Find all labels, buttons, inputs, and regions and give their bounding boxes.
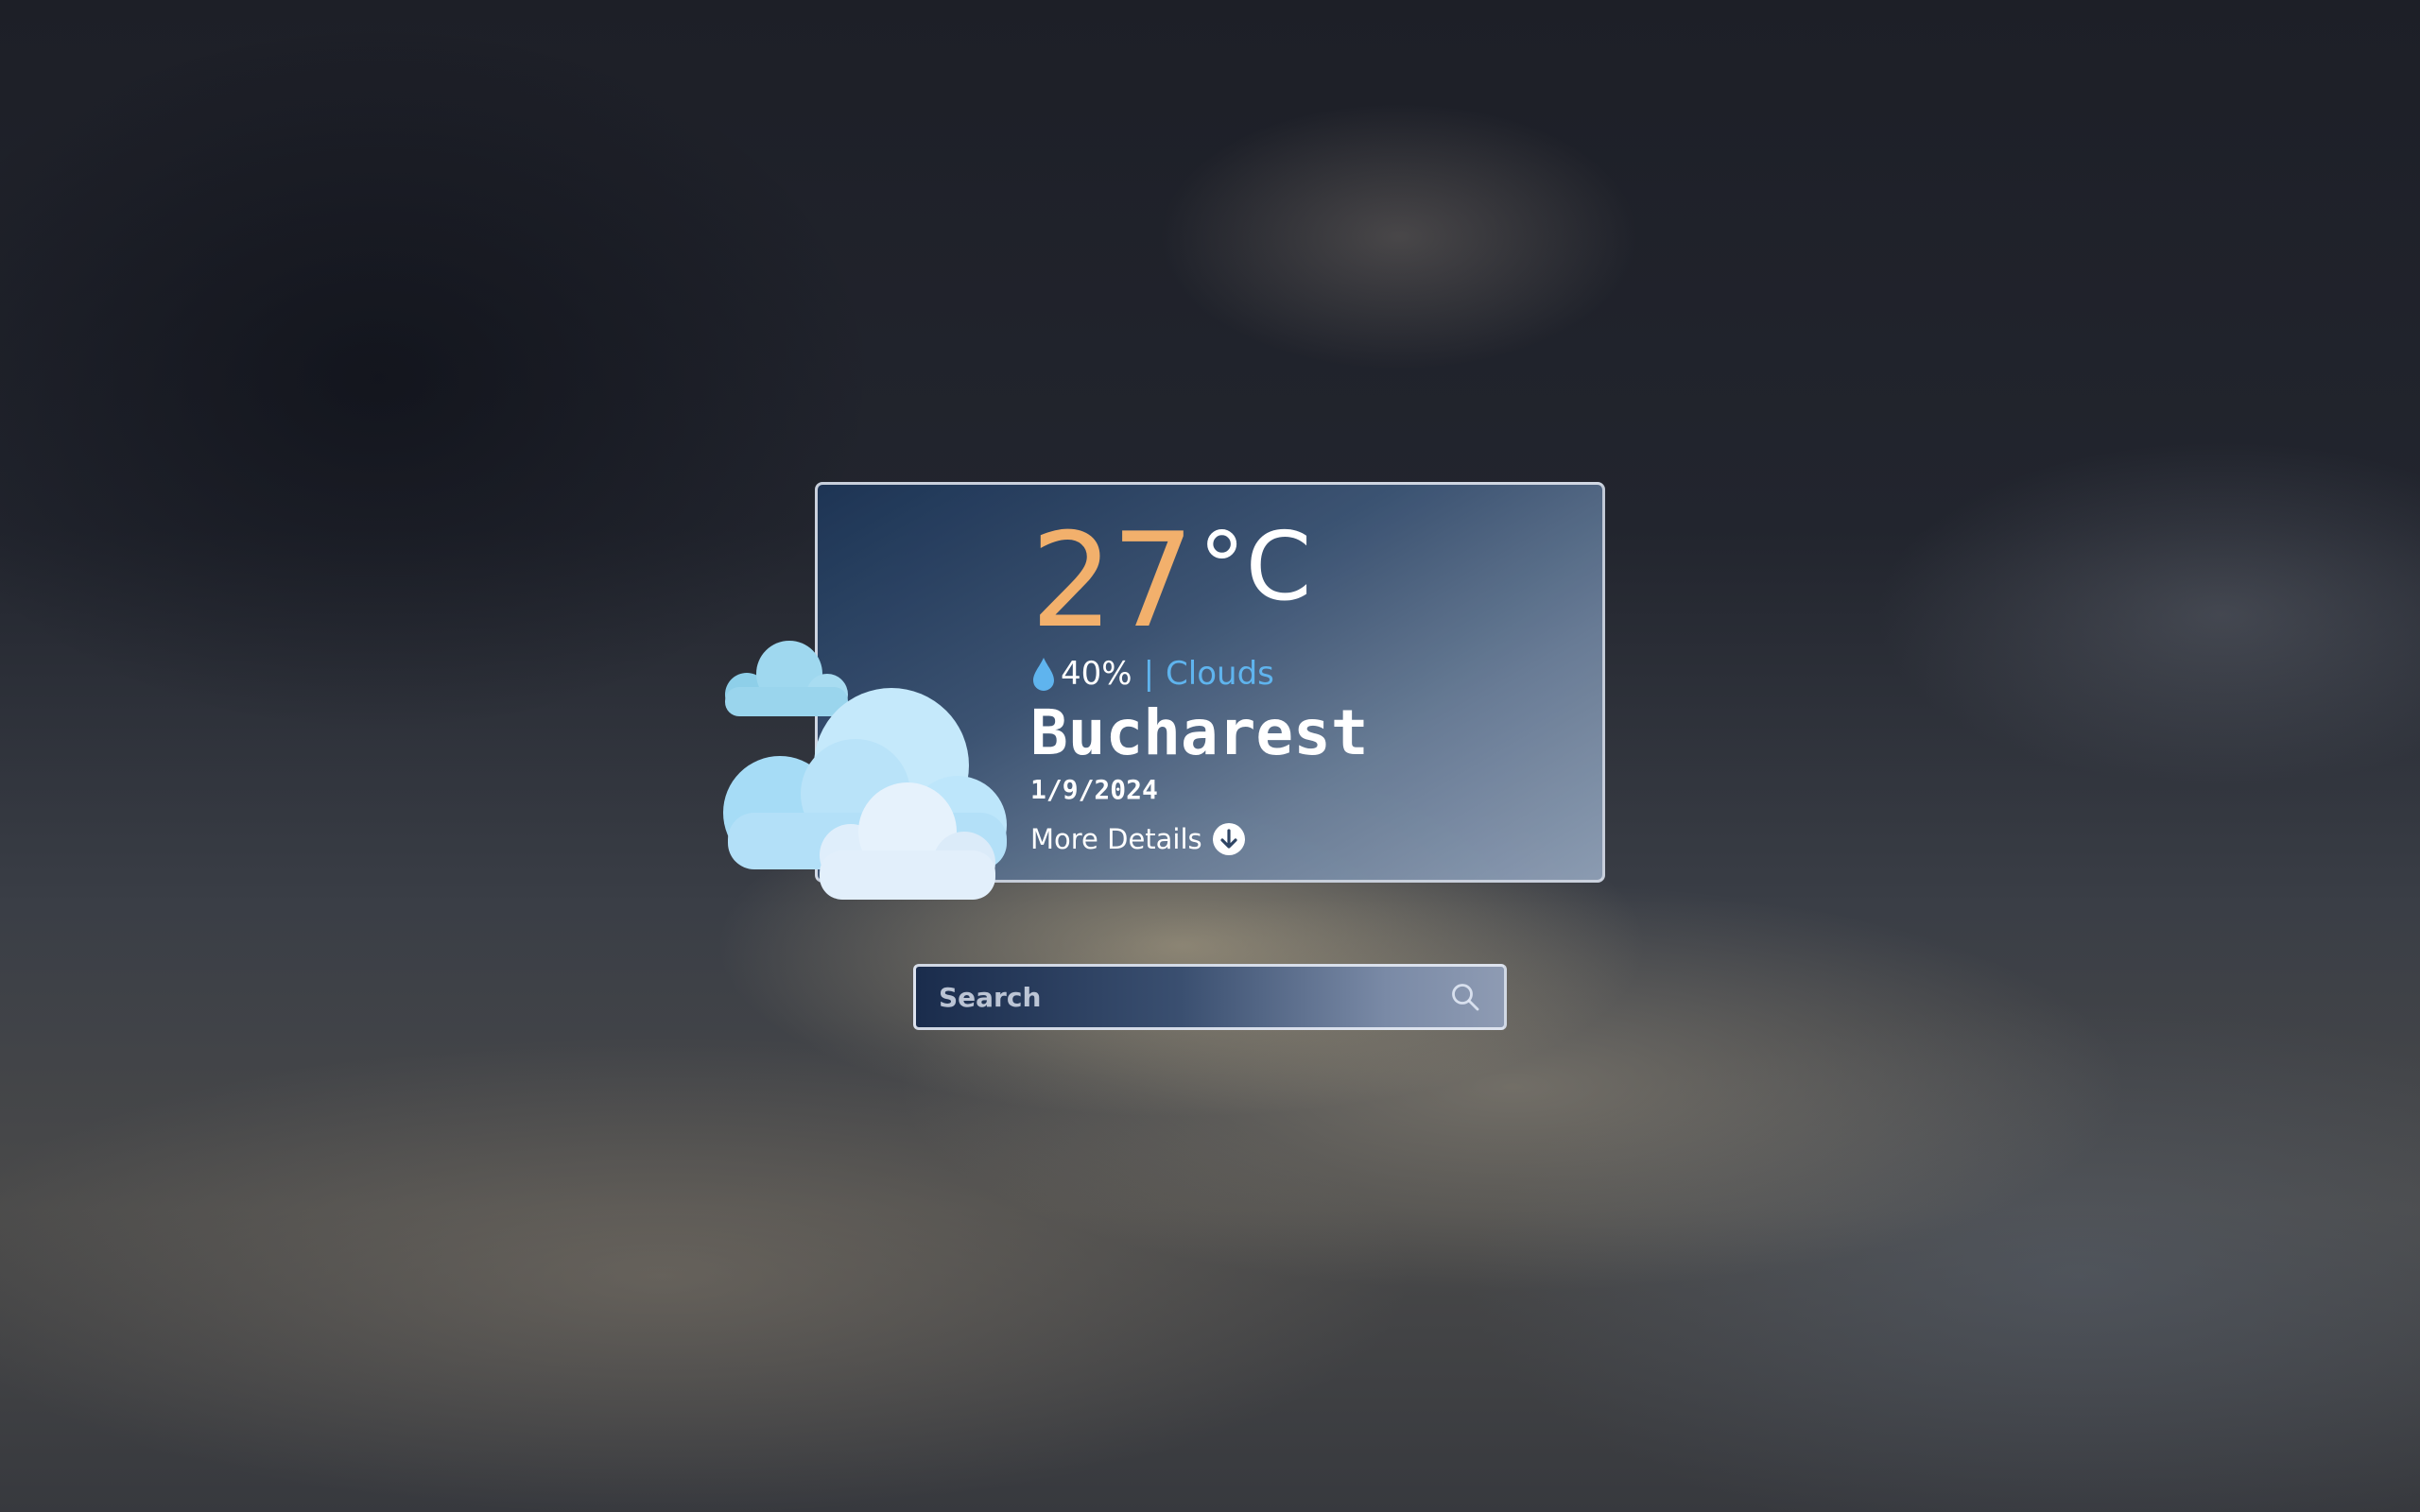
humidity-value: 40% (1061, 655, 1132, 693)
date: 1/9/2024 (1030, 774, 1158, 805)
more-details-label: More Details (1030, 823, 1202, 855)
arrow-down-circle-icon (1212, 823, 1245, 855)
search-icon[interactable] (1449, 981, 1481, 1013)
separator: | (1143, 655, 1155, 693)
small-cloud (725, 641, 848, 716)
search-input[interactable] (916, 967, 1449, 1027)
weather-info: 27 °C 40% | Clouds Bucharest 1/9/2024 Mo… (1030, 510, 1560, 856)
search-bar[interactable] (913, 964, 1507, 1030)
more-details-button[interactable]: More Details (1030, 822, 1560, 856)
water-drop-icon (1033, 658, 1054, 691)
city-name: Bucharest (1030, 696, 1369, 769)
temperature-unit: °C (1198, 511, 1312, 622)
temperature-value: 27 (1030, 505, 1195, 657)
clouds-icon (723, 641, 1007, 900)
temperature-row: 27 °C (1030, 510, 1560, 652)
weather-condition: Clouds (1166, 655, 1274, 693)
conditions-row: 40% | Clouds (1030, 652, 1560, 696)
